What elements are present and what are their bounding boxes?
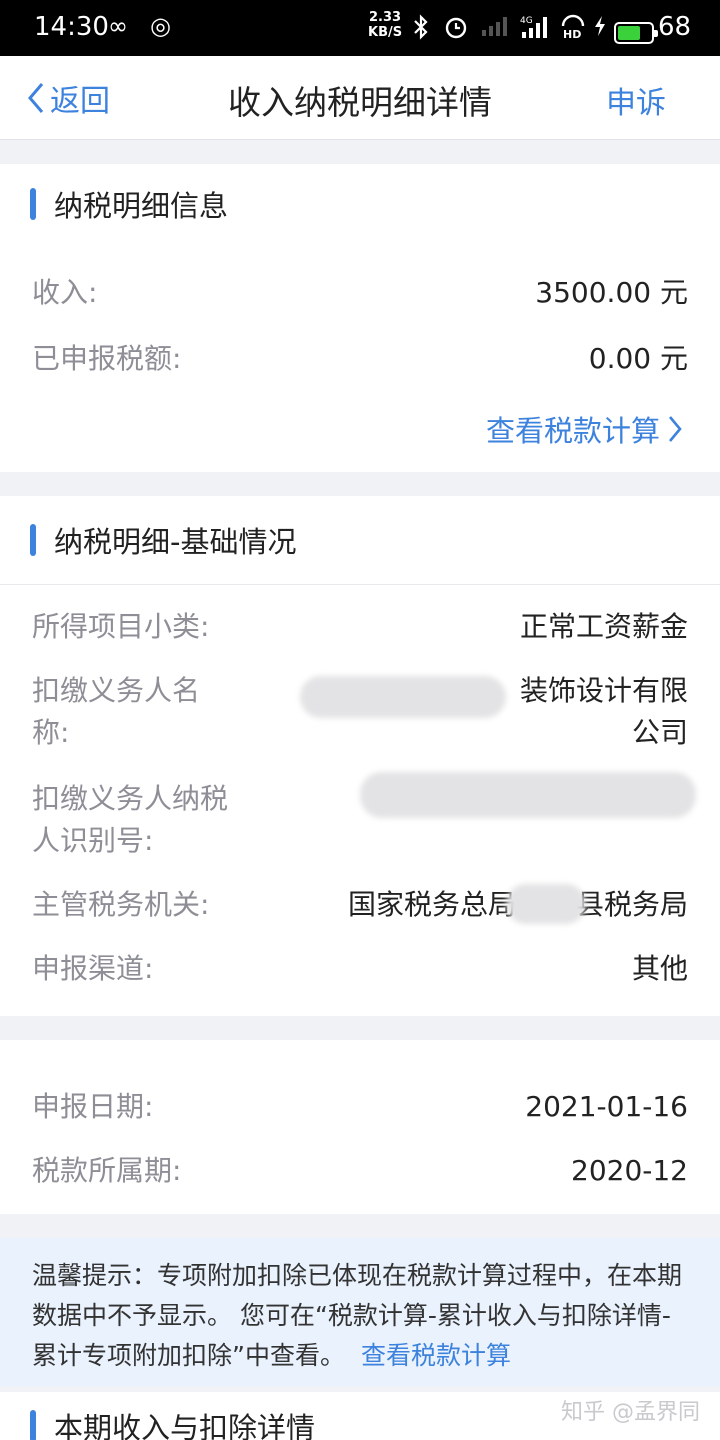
watermark: 知乎 @孟界同 xyxy=(561,1400,700,1425)
tip-view-tax-calculation-link[interactable]: 查看税款计算 xyxy=(361,1341,511,1370)
signal-4g-icon: 4G xyxy=(520,14,552,46)
tax-period-value: 2020-12 xyxy=(571,1154,688,1187)
declared-tax-label: 已申报税额: xyxy=(32,342,182,375)
section-accent-bar xyxy=(30,524,36,556)
battery-icon xyxy=(614,22,658,44)
withholder-name-label: 扣缴义务人名 称: xyxy=(32,670,200,754)
appeal-button[interactable]: 申诉 xyxy=(606,78,666,122)
period-card: 申报日期: 2021-01-16 税款所属期: 2020-12 xyxy=(0,1040,720,1214)
svg-text:4G: 4G xyxy=(520,16,533,26)
redacted-blur xyxy=(300,676,506,718)
battery-level: 68 xyxy=(658,12,692,42)
network-speed: 2.33 KB/S xyxy=(368,10,402,40)
declaration-date-label: 申报日期: xyxy=(32,1090,154,1123)
svg-text:HD: HD xyxy=(563,28,581,40)
tip-text: 温馨提示：专项附加扣除已体现在税款计算过程中，在本期数据中不予显示。 您可在“税… xyxy=(32,1256,686,1376)
section-title: 纳税明细信息 xyxy=(54,189,229,223)
withholder-name-value-line2: 公司 xyxy=(631,716,688,749)
redacted-blur xyxy=(360,772,696,818)
status-bar: 14:30 ∞ ◎ 2.33 KB/S 4G HD 68 xyxy=(0,0,720,56)
network-speed-value: 2.33 xyxy=(369,10,402,25)
network-speed-unit: KB/S xyxy=(368,25,403,40)
hd-icon: HD xyxy=(560,14,586,46)
withholder-id-label-line2: 人识别号: xyxy=(32,824,154,857)
item-type-label: 所得项目小类: xyxy=(32,610,210,643)
back-button[interactable]: 返回 xyxy=(26,76,110,120)
back-label: 返回 xyxy=(50,84,110,119)
section-accent-bar xyxy=(30,188,36,220)
income-value: 3500.00 元 xyxy=(535,276,688,309)
netease-icon: ◎ xyxy=(150,12,171,40)
section-accent-bar xyxy=(30,1410,36,1440)
tip-banner: 温馨提示：专项附加扣除已体现在税款计算过程中，在本期数据中不予显示。 您可在“税… xyxy=(0,1238,720,1386)
withholder-name-value-line1: 装饰设计有限 xyxy=(519,674,688,707)
charging-icon xyxy=(592,14,608,44)
section-header: 纳税明细信息 xyxy=(30,184,228,224)
tax-authority-value-part1: 国家税务总局 xyxy=(347,888,516,921)
view-tax-calculation-label: 查看税款计算 xyxy=(485,414,660,448)
income-label: 收入: xyxy=(32,276,98,309)
tax-period-label: 税款所属期: xyxy=(32,1154,182,1187)
bluetooth-icon xyxy=(412,14,430,46)
status-time: 14:30 xyxy=(34,12,109,42)
withholder-name-label-line1: 扣缴义务人名 xyxy=(32,674,201,707)
declared-tax-value: 0.00 元 xyxy=(588,342,688,375)
section-title: 本期收入与扣除详情 xyxy=(54,1411,316,1440)
channel-value: 其他 xyxy=(631,952,688,985)
redacted-blur xyxy=(506,884,586,924)
section-header: 纳税明细-基础情况 xyxy=(30,520,296,560)
channel-label: 申报渠道: xyxy=(32,952,154,985)
infinity-icon: ∞ xyxy=(108,12,128,40)
chevron-right-icon xyxy=(669,416,682,442)
nav-bar: 返回 收入纳税明细详情 申诉 xyxy=(0,56,720,140)
view-tax-calculation-link[interactable]: 查看税款计算 xyxy=(486,408,684,450)
tip-message: 温馨提示：专项附加扣除已体现在税款计算过程中，在本期数据中不予显示。 您可在“税… xyxy=(32,1261,683,1370)
signal-icon xyxy=(480,14,510,44)
divider xyxy=(0,584,720,585)
item-type-value: 正常工资薪金 xyxy=(519,610,688,643)
tax-authority-value-part2: 县税务局 xyxy=(575,888,688,921)
tax-authority-label: 主管税务机关: xyxy=(32,888,210,921)
declaration-date-value: 2021-01-16 xyxy=(525,1090,688,1123)
withholder-name-value: 装饰设计有限 公司 xyxy=(520,670,688,754)
withholder-id-label: 扣缴义务人纳税 人识别号: xyxy=(32,778,228,862)
section-title: 纳税明细-基础情况 xyxy=(54,525,297,559)
battery-fill xyxy=(618,26,640,40)
tax-detail-card: 纳税明细信息 收入: 3500.00 元 已申报税额: 0.00 元 查看税款计… xyxy=(0,164,720,472)
withholder-id-label-line1: 扣缴义务人纳税 xyxy=(32,782,229,815)
chevron-left-icon xyxy=(28,83,44,113)
alarm-icon xyxy=(444,14,468,46)
basic-info-card: 纳税明细-基础情况 所得项目小类: 正常工资薪金 扣缴义务人名 称: 装饰设计有… xyxy=(0,496,720,1016)
withholder-name-label-line2: 称: xyxy=(32,716,70,749)
section-header: 本期收入与扣除详情 xyxy=(30,1406,315,1440)
